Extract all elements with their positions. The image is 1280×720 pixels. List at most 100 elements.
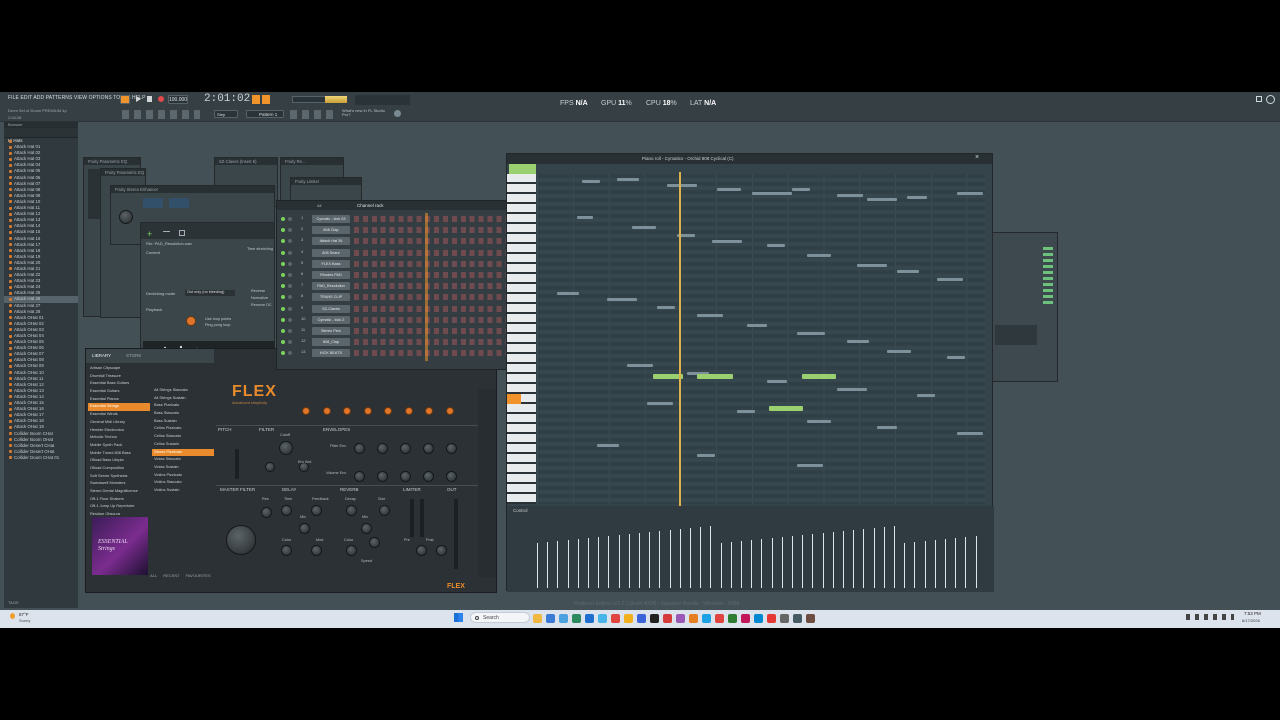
flex-preset-item[interactable]: Violas Sustain	[152, 464, 214, 472]
declicking-select[interactable]: Out only (no bleeding)	[185, 290, 235, 296]
velocity-bar[interactable]	[761, 539, 763, 588]
velocity-bar[interactable]	[588, 538, 589, 588]
envelope-tab-icon[interactable]	[163, 231, 170, 236]
channel-pan-knob[interactable]	[288, 217, 292, 221]
taskbar-app-icon[interactable]	[559, 614, 568, 623]
velocity-bar[interactable]	[802, 535, 804, 588]
fx-knob[interactable]	[281, 505, 292, 516]
note[interactable]	[767, 380, 787, 383]
envelope-knob[interactable]	[446, 443, 457, 454]
channel-name-button[interactable]: 808 Clap	[312, 226, 350, 235]
taskbar-app-icon[interactable]	[715, 614, 724, 623]
velocity-bar[interactable]	[924, 541, 926, 588]
envelope-knob[interactable]	[400, 443, 411, 454]
channel-pan-knob[interactable]	[288, 273, 292, 277]
taskbar-app-icon[interactable]	[663, 614, 672, 623]
channel-name-button[interactable]: Rhodes PAD	[312, 271, 350, 279]
channel-mute-led[interactable]	[281, 295, 285, 300]
phase-button[interactable]	[143, 198, 163, 208]
selected-note[interactable]	[769, 406, 803, 411]
fx-knob[interactable]	[416, 545, 427, 556]
velocity-bar[interactable]	[720, 543, 722, 588]
flex-tab-favourites[interactable]: FAVOURITES	[186, 573, 211, 578]
flex-pack-item[interactable]: General Midi Library	[88, 419, 150, 427]
velocity-bar[interactable]	[914, 542, 916, 588]
taskbar-app-icon[interactable]	[533, 614, 542, 623]
note[interactable]	[837, 194, 863, 197]
envelope-knob[interactable]	[354, 471, 365, 482]
normalize-option[interactable]: Normalize	[251, 296, 268, 300]
taskbar-app-icon[interactable]	[767, 614, 776, 623]
velocity-bar[interactable]	[822, 533, 824, 588]
taskbar-app-icon[interactable]	[689, 614, 698, 623]
reverse-option[interactable]: Reverse	[251, 289, 265, 293]
channel-name-button[interactable]: Cymatic - kick 03	[312, 215, 350, 223]
online-news-icon[interactable]	[394, 110, 401, 117]
note[interactable]	[937, 278, 963, 281]
taskbar-search[interactable]: Search	[470, 612, 530, 623]
velocity-bar[interactable]	[598, 537, 600, 588]
use-loop-points[interactable]: Use loop points	[205, 317, 231, 321]
channel-pan-knob[interactable]	[288, 340, 292, 345]
macro-knob[interactable]	[343, 407, 351, 415]
taskbar-app-icon[interactable]	[611, 614, 620, 623]
channel-pan-knob[interactable]	[288, 295, 292, 300]
note[interactable]	[837, 388, 867, 391]
flex-preset-item[interactable]: Cellos Pizzicato	[152, 425, 214, 433]
play-icon[interactable]	[136, 96, 141, 102]
note[interactable]	[597, 444, 619, 447]
channel-pan-knob[interactable]	[288, 306, 292, 311]
note[interactable]	[957, 432, 983, 435]
flex-preset-item[interactable]: Bass Staccato	[152, 410, 214, 418]
window-title[interactable]: SZ-Claves (Insert 6)	[215, 158, 277, 165]
system-tray-icons[interactable]	[1186, 614, 1234, 620]
flex-preset-item[interactable]: Violins Sustain	[152, 487, 214, 495]
macro-knob[interactable]	[322, 407, 331, 415]
velocity-bar[interactable]	[659, 531, 661, 588]
window-title[interactable]: Fruity Parametric EQ	[101, 169, 145, 176]
note[interactable]	[577, 216, 593, 219]
channel-filter[interactable]: All	[317, 203, 321, 208]
channel-pan-knob[interactable]	[288, 239, 292, 244]
note[interactable]	[747, 324, 767, 327]
channel-pan-knob[interactable]	[288, 250, 292, 255]
note[interactable]	[752, 192, 792, 195]
channel-rack-title[interactable]: Channel rack	[357, 203, 384, 208]
channel-pan-knob[interactable]	[288, 284, 292, 289]
flex-pack-item[interactable]: Soft Server Synthesis	[88, 473, 150, 481]
taskbar-app-icon[interactable]	[793, 614, 802, 623]
control-lane[interactable]: Control	[507, 506, 994, 592]
wrench-icon[interactable]	[179, 230, 185, 236]
flex-pack-item[interactable]: Essential Winds	[88, 411, 150, 419]
channel-name-button[interactable]: Stereo Perc	[312, 327, 350, 335]
velocity-bar[interactable]	[690, 528, 691, 588]
window-title[interactable]: Fruity Re...	[281, 158, 343, 165]
toolbar-shortcut-icons[interactable]	[122, 110, 200, 119]
note[interactable]	[957, 192, 983, 195]
note[interactable]	[947, 356, 965, 359]
velocity-bar[interactable]	[894, 526, 895, 588]
velocity-bar[interactable]	[873, 528, 875, 588]
add-icon[interactable]: +	[147, 229, 152, 239]
flex-pack-item[interactable]: Ofload Bass Utopia	[88, 457, 150, 465]
piano-keyboard[interactable]	[507, 174, 536, 504]
fx-knob[interactable]	[299, 523, 310, 534]
channel-mute-led[interactable]	[281, 340, 285, 345]
note[interactable]	[632, 226, 656, 229]
flex-pack-item[interactable]: Melodic Techno	[88, 434, 150, 442]
channel-mute-led[interactable]	[281, 273, 285, 277]
flex-preset-item[interactable]: Violas Staccato	[152, 456, 214, 464]
stereo-knob[interactable]	[119, 210, 133, 224]
weather-icon[interactable]	[10, 613, 15, 619]
flex-pack-item[interactable]: Stereo Dental Magnificence	[88, 488, 150, 496]
note[interactable]	[737, 410, 755, 413]
flex-pack-item[interactable]: Hemble Electronica	[88, 427, 150, 435]
fx-knob[interactable]	[281, 545, 292, 556]
flex-tab-all[interactable]: ALL	[150, 573, 157, 578]
note[interactable]	[657, 306, 675, 309]
cutoff-knob[interactable]	[279, 441, 293, 455]
channel-mute-led[interactable]	[281, 239, 285, 244]
channel-mute-led[interactable]	[281, 228, 285, 233]
channel-pan-knob[interactable]	[288, 329, 292, 333]
note[interactable]	[557, 292, 579, 295]
